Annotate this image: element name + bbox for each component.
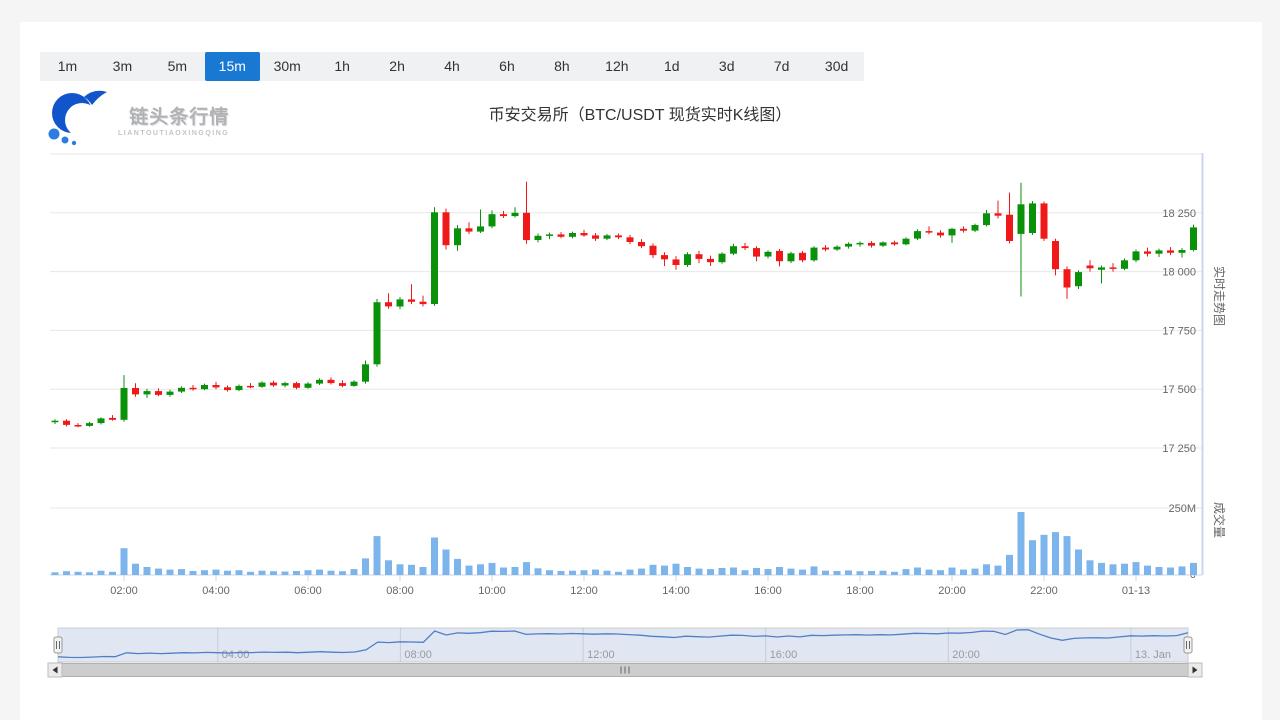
x-tick-label: 02:00 bbox=[110, 585, 138, 597]
x-tick-label: 20:00 bbox=[938, 585, 966, 597]
x-tick-label: 10:00 bbox=[478, 585, 506, 597]
navigator-handle-left[interactable] bbox=[53, 636, 63, 654]
navigator-label: 20:00 bbox=[952, 649, 980, 661]
navigator-label: 04:00 bbox=[222, 649, 250, 661]
scrollbar-left-button[interactable] bbox=[47, 662, 63, 678]
scrollbar-right-button[interactable] bbox=[1187, 662, 1203, 678]
x-tick-label: 01-13 bbox=[1122, 585, 1150, 597]
x-tick-label: 06:00 bbox=[294, 585, 322, 597]
x-axis-labels: 02:00 04:00 06:00 08:00 10:00 12:00 14:00 16:00… bbox=[110, 575, 1150, 597]
navigator-label: 12:00 bbox=[587, 649, 615, 661]
x-tick-label: 18:00 bbox=[846, 585, 874, 597]
navigator-label: 08:00 bbox=[404, 649, 432, 661]
navigator-label: 13. Jan bbox=[1135, 649, 1171, 661]
navigator-label: 16:00 bbox=[770, 649, 798, 661]
x-tick-label: 08:00 bbox=[386, 585, 414, 597]
x-tick-label: 16:00 bbox=[754, 585, 782, 597]
x-tick-label: 04:00 bbox=[202, 585, 230, 597]
x-tick-label: 22:00 bbox=[1030, 585, 1058, 597]
x-tick-label: 12:00 bbox=[570, 585, 598, 597]
chart-plot-area[interactable] bbox=[50, 153, 1202, 575]
volume-axis-title: 成交量 bbox=[1212, 502, 1227, 538]
price-axis-title: 实时走势图 bbox=[1212, 266, 1227, 326]
kline-chart[interactable]: 18 25018 00017 75017 50017 250250M002:00… bbox=[0, 0, 1280, 720]
navigator-handle-right[interactable] bbox=[1183, 636, 1193, 654]
x-tick-label: 14:00 bbox=[662, 585, 690, 597]
